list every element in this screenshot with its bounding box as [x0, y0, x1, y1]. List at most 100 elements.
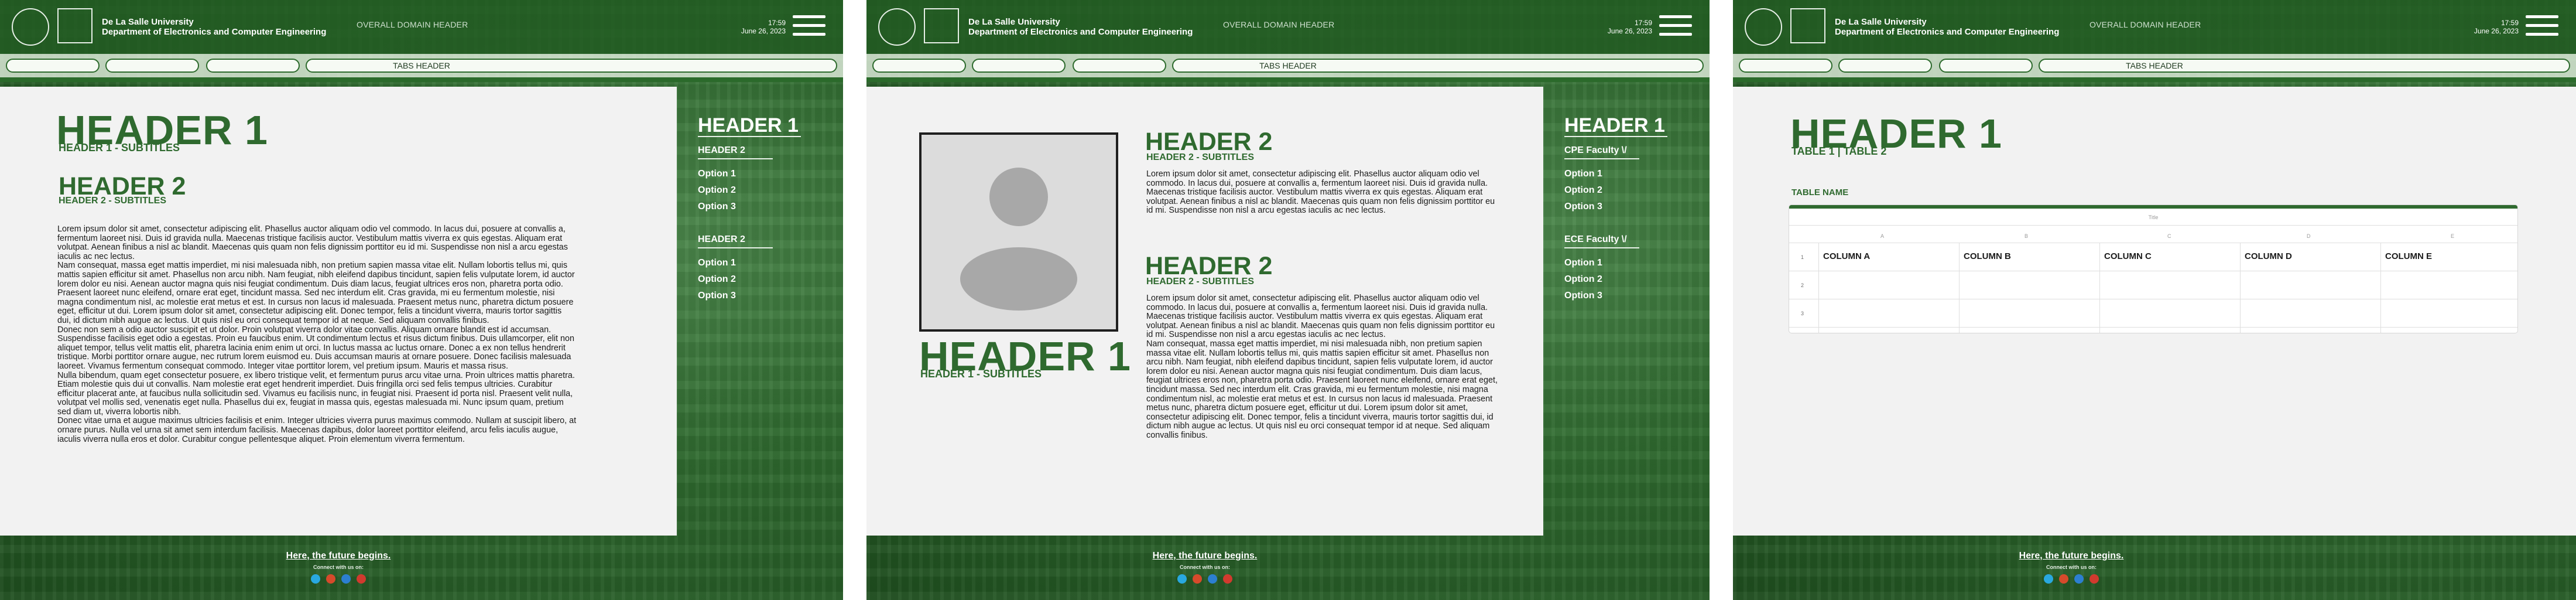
tabs-bar: TABS HEADER	[866, 54, 1710, 77]
social-links	[1733, 574, 2410, 587]
department-logo[interactable]	[1790, 8, 1825, 43]
department-logo[interactable]	[924, 8, 959, 43]
hamburger-menu-icon[interactable]	[2526, 15, 2558, 36]
table-switcher[interactable]: TABLE 1 | TABLE 2	[1791, 145, 1886, 157]
university-seal-logo[interactable]	[12, 8, 49, 46]
content-card: HEADER 1 HEADER 1 - SUBTITLES HEADER 2 H…	[0, 87, 677, 536]
social-icon[interactable]	[341, 574, 351, 584]
sidebar-option[interactable]: Option 1	[1564, 169, 1670, 179]
table-title: Title	[2148, 214, 2159, 220]
section-subtitle: HEADER 2 - SUBTITLES	[59, 196, 167, 206]
tab-2[interactable]	[105, 59, 199, 73]
site-header: De La Salle University Department of Ele…	[0, 0, 843, 54]
sidebar-option[interactable]: Option 2	[698, 185, 803, 196]
sidebar-option[interactable]: Option 3	[698, 202, 803, 212]
data-table: Title A B C D E 1 2 3 COLUMN A COLUMN B …	[1789, 205, 2517, 333]
column-header[interactable]: COLUMN A	[1823, 244, 1870, 270]
social-icon[interactable]	[2089, 574, 2099, 584]
sidebar-option[interactable]: Option 2	[1564, 274, 1670, 285]
university-name: De La Salle University	[102, 17, 194, 27]
university-name: De La Salle University	[1835, 17, 1927, 27]
social-icon[interactable]	[1177, 574, 1187, 584]
sidebar-option[interactable]: Option 3	[1564, 202, 1670, 212]
faculty-dropdown-cpe[interactable]: CPE Faculty \/	[1564, 145, 1670, 156]
sidebar-section-title[interactable]: HEADER 2	[698, 145, 803, 156]
social-icon[interactable]	[1193, 574, 1202, 584]
sidebar-option[interactable]: Option 1	[698, 258, 803, 268]
tab-4[interactable]	[2039, 59, 2570, 73]
university-seal-logo[interactable]	[878, 8, 916, 46]
paragraph: Donec vitae urna et augue maximus ultric…	[57, 416, 577, 444]
column-header[interactable]: COLUMN E	[2385, 244, 2432, 270]
social-icon[interactable]	[326, 574, 335, 584]
paragraph: Donec non sem a odio auctor suscipit et …	[57, 325, 575, 371]
sidebar-section-divider	[1564, 247, 1639, 248]
sidebar-option[interactable]: Option 1	[1564, 258, 1670, 268]
tab-1[interactable]	[6, 59, 100, 73]
social-icon[interactable]	[2074, 574, 2084, 584]
site-header: De La Salle University Department of Ele…	[866, 0, 1710, 54]
screen-table-page: De La Salle University Department of Ele…	[1733, 0, 2576, 600]
screen-profile-page: De La Salle University Department of Ele…	[866, 0, 1710, 600]
social-icon[interactable]	[311, 574, 320, 584]
sidebar-option[interactable]: Option 1	[698, 169, 803, 179]
tabs-bar: TABS HEADER	[0, 54, 843, 77]
sidebar-section-title[interactable]: HEADER 2	[698, 234, 803, 245]
column-header[interactable]: COLUMN D	[2245, 244, 2292, 270]
tab-1[interactable]	[1739, 59, 1832, 73]
university-seal-logo[interactable]	[1745, 8, 1782, 46]
section-subtitle: HEADER 2 - SUBTITLES	[1146, 152, 1255, 162]
row-number: 1	[1801, 254, 1804, 260]
page-subtitle: HEADER 1 - SUBTITLES	[59, 142, 180, 154]
clock-time: 17:59	[1634, 19, 1652, 27]
department-logo[interactable]	[57, 8, 93, 43]
footer-tagline[interactable]: Here, the future begins.	[0, 551, 677, 561]
column-header[interactable]: COLUMN B	[1964, 244, 2011, 270]
sidebar-nav: HEADER 1 HEADER 2 Option 1 Option 2 Opti…	[698, 115, 803, 301]
footer-connect-label: Connect with us on:	[2046, 564, 2097, 570]
tab-2[interactable]	[1838, 59, 1932, 73]
screen-text-page: De La Salle University Department of Ele…	[0, 0, 843, 600]
section-subtitle: HEADER 2 - SUBTITLES	[1146, 277, 1255, 287]
column-letter: E	[2451, 233, 2455, 239]
tab-3[interactable]	[1939, 59, 2033, 73]
profile-name-subtitle: HEADER 1 - SUBTITLES	[920, 368, 1042, 380]
department-name: Department of Electronics and Computer E…	[968, 27, 1193, 37]
social-icon[interactable]	[1223, 574, 1232, 584]
footer-tagline[interactable]: Here, the future begins.	[866, 551, 1543, 561]
faculty-dropdown-ece[interactable]: ECE Faculty \/	[1564, 234, 1670, 245]
tab-1[interactable]	[872, 59, 966, 73]
overall-domain-header: OVERALL DOMAIN HEADER	[1223, 20, 1335, 29]
footer-connect-label: Connect with us on:	[1180, 564, 1230, 570]
social-icon[interactable]	[2059, 574, 2068, 584]
social-icon[interactable]	[1208, 574, 1217, 584]
clock-date: June 26, 2023	[741, 27, 786, 35]
clock-time: 17:59	[768, 19, 786, 27]
department-name: Department of Electronics and Computer E…	[102, 27, 327, 37]
tab-3[interactable]	[1073, 59, 1166, 73]
hamburger-menu-icon[interactable]	[1659, 15, 1692, 36]
sidebar-option[interactable]: Option 2	[698, 274, 803, 285]
tab-3[interactable]	[206, 59, 300, 73]
paragraph: Lorem ipsum dolor sit amet, consectetur …	[1146, 169, 1495, 216]
sidebar-option[interactable]: Option 3	[1564, 291, 1670, 301]
tab-2[interactable]	[972, 59, 1066, 73]
footer-tagline[interactable]: Here, the future begins.	[1733, 551, 2410, 561]
sidebar-section-divider	[1564, 158, 1639, 159]
sidebar-option[interactable]: Option 3	[698, 291, 803, 301]
tabs-divider	[0, 77, 843, 82]
department-name: Department of Electronics and Computer E…	[1835, 27, 2060, 37]
sidebar-section-divider	[698, 158, 773, 159]
tab-4[interactable]	[306, 59, 837, 73]
sidebar-option[interactable]: Option 2	[1564, 185, 1670, 196]
social-links	[866, 574, 1543, 587]
social-icon[interactable]	[357, 574, 366, 584]
overall-domain-header: OVERALL DOMAIN HEADER	[357, 20, 468, 29]
clock-date: June 26, 2023	[2474, 27, 2519, 35]
paragraph: Lorem ipsum dolor sit amet, consectetur …	[1146, 294, 1495, 340]
hamburger-menu-icon[interactable]	[793, 15, 825, 36]
column-header[interactable]: COLUMN C	[2104, 244, 2152, 270]
tab-4[interactable]	[1172, 59, 1704, 73]
site-header: De La Salle University Department of Ele…	[1733, 0, 2576, 54]
social-icon[interactable]	[2044, 574, 2053, 584]
